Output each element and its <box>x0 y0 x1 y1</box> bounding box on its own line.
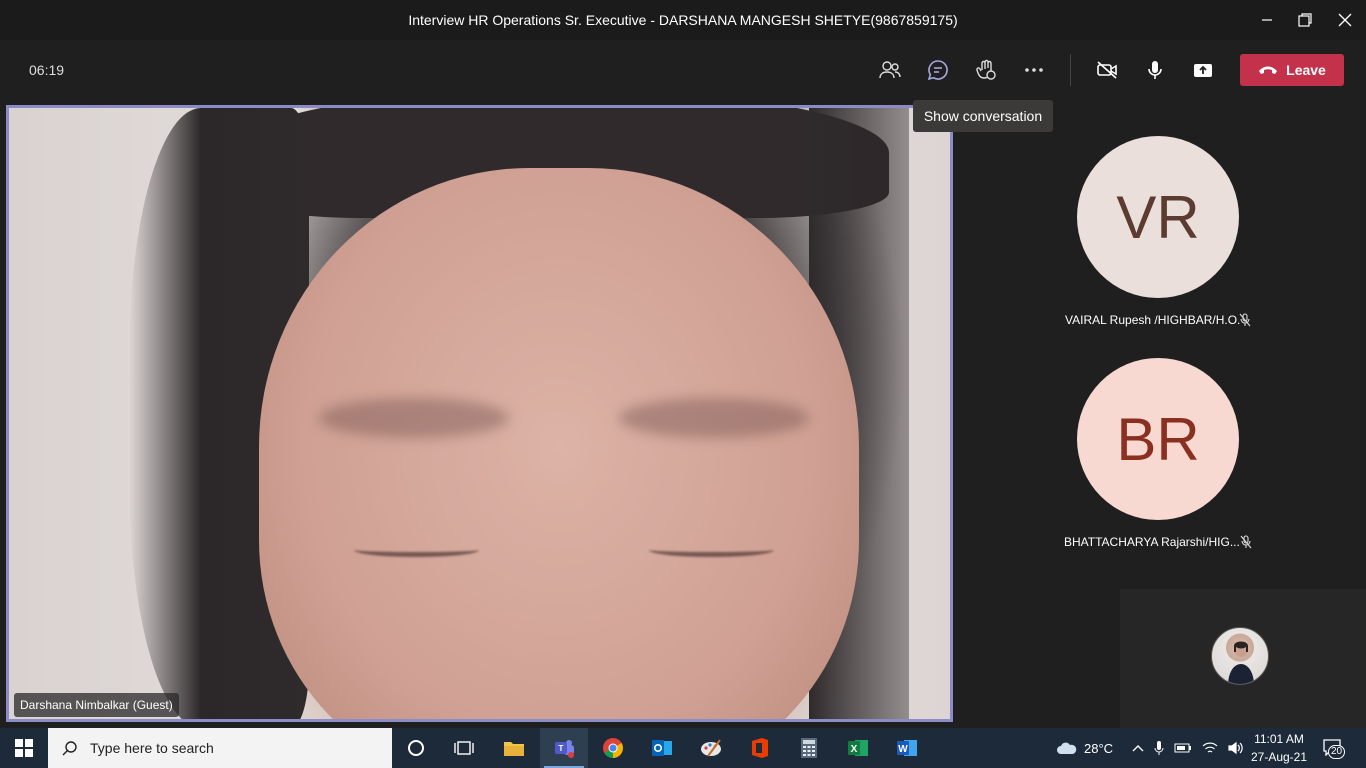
participant-name: BHATTACHARYA Rajarshi/HIG... <box>1064 535 1240 549</box>
taskbar-clock[interactable]: 11:01 AM 27-Aug-21 <box>1248 730 1310 766</box>
hang-up-icon <box>1259 66 1278 74</box>
taskbar-search[interactable]: Type here to search <box>48 728 392 768</box>
mic-muted-icon <box>1240 535 1252 549</box>
office-button[interactable] <box>736 728 784 768</box>
video-stage: Darshana Nimbalkar (Guest) VR VAIRAL Rup… <box>0 100 1366 728</box>
camera-off-icon <box>1097 61 1117 79</box>
calculator-button[interactable] <box>785 728 833 768</box>
window-title: Interview HR Operations Sr. Executive - … <box>408 12 958 28</box>
microphone-icon <box>1148 61 1162 79</box>
leave-label: Leave <box>1286 62 1326 78</box>
paint-button[interactable] <box>687 728 735 768</box>
meeting-timer: 06:19 <box>29 62 65 78</box>
self-view-tile[interactable] <box>1120 589 1366 728</box>
task-view-button[interactable] <box>440 728 488 768</box>
mic-muted-icon <box>1239 313 1251 327</box>
chat-icon <box>927 60 948 81</box>
video-feed <box>9 108 950 719</box>
chrome-icon <box>603 738 623 758</box>
minimize-icon <box>1262 19 1272 21</box>
excel-button[interactable]: X <box>834 728 882 768</box>
close-icon <box>1338 13 1352 27</box>
outlook-icon <box>652 740 672 756</box>
weather-widget[interactable]: 28°C <box>1056 728 1113 768</box>
windows-start-icon <box>15 739 33 757</box>
cloud-weather-icon <box>1057 742 1077 754</box>
microphone-button[interactable] <box>1135 50 1175 90</box>
search-icon <box>62 741 77 756</box>
restore-icon <box>1298 13 1312 27</box>
battery-icon[interactable] <box>1174 742 1192 754</box>
chat-button[interactable] <box>918 50 958 90</box>
self-avatar <box>1211 627 1269 685</box>
svg-text:T: T <box>559 744 564 753</box>
camera-button[interactable] <box>1087 50 1127 90</box>
avatar[interactable]: VR <box>1077 136 1239 298</box>
leave-button[interactable]: Leave <box>1240 54 1344 86</box>
raise-hand-button[interactable] <box>966 50 1006 90</box>
notification-count-badge: 20 <box>1328 745 1346 759</box>
system-tray <box>1132 728 1244 768</box>
share-tray-icon <box>1194 64 1212 77</box>
svg-text:X: X <box>851 744 858 755</box>
paint-icon <box>701 739 721 757</box>
meeting-toolbar: 06:19 Leave <box>0 40 1366 100</box>
office-icon <box>752 738 768 758</box>
file-explorer-icon <box>504 742 524 756</box>
main-video-tile[interactable]: Darshana Nimbalkar (Guest) <box>6 105 953 722</box>
avatar[interactable]: BR <box>1077 358 1239 520</box>
participants-icon <box>879 61 901 79</box>
clock-time: 11:01 AM <box>1254 732 1304 746</box>
teams-button[interactable]: T <box>540 728 588 768</box>
toolbar-separator <box>1070 54 1071 86</box>
excel-icon: X <box>848 740 868 756</box>
chevron-up-icon[interactable] <box>1132 743 1144 753</box>
outlook-button[interactable] <box>638 728 686 768</box>
raise-hand-icon <box>976 59 996 80</box>
windows-taskbar: Type here to search T X W 28°C 11:01 AM … <box>0 728 1366 768</box>
volume-icon[interactable] <box>1228 741 1244 755</box>
title-bar: Interview HR Operations Sr. Executive - … <box>0 0 1366 40</box>
participant-name: VAIRAL Rupesh /HIGHBAR/H.O. <box>1065 313 1241 327</box>
share-button[interactable] <box>1183 50 1223 90</box>
notification-center-button[interactable]: 20 <box>1322 728 1346 768</box>
file-explorer-button[interactable] <box>490 728 538 768</box>
task-view-icon <box>454 741 474 755</box>
show-conversation-tooltip: Show conversation <box>913 100 1053 132</box>
wifi-icon[interactable] <box>1202 741 1218 755</box>
cortana-button[interactable] <box>392 728 440 768</box>
more-options-icon <box>1025 68 1043 72</box>
search-placeholder: Type here to search <box>90 740 214 756</box>
participant-name-label: Darshana Nimbalkar (Guest) <box>14 693 179 717</box>
svg-text:W: W <box>898 744 908 755</box>
word-button[interactable]: W <box>883 728 931 768</box>
word-icon: W <box>897 740 917 756</box>
weather-temp: 28°C <box>1084 740 1114 756</box>
calculator-icon <box>801 738 817 758</box>
start-button[interactable] <box>0 728 48 768</box>
teams-icon: T <box>555 740 574 758</box>
more-options-button[interactable] <box>1014 50 1054 90</box>
participants-button[interactable] <box>870 50 910 90</box>
clock-date: 27-Aug-21 <box>1250 750 1308 764</box>
cortana-icon <box>408 740 424 756</box>
close-button[interactable] <box>1322 0 1366 40</box>
chrome-button[interactable] <box>589 728 637 768</box>
microphone-tray-icon[interactable] <box>1154 740 1164 756</box>
